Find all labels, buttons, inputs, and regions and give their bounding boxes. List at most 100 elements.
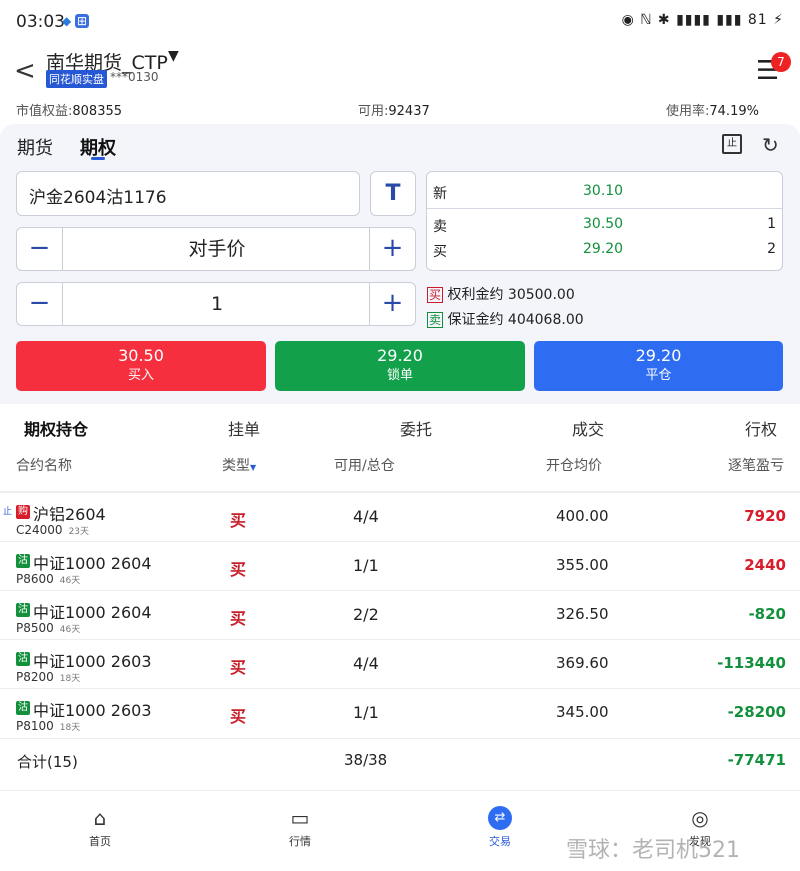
- refresh-icon[interactable]: ↻: [762, 133, 779, 157]
- table-row[interactable]: 沽中证1000 2604 P8600 46天 买 1/1 355.00 2440: [0, 541, 800, 590]
- position-qty: 1/1: [353, 703, 379, 722]
- total-pnl: -77471: [727, 751, 786, 769]
- quote-box: 新 30.10 卖 30.50 1 买 29.20 2: [426, 171, 783, 271]
- broker-badge: 同花顺实盘: [46, 70, 107, 88]
- tab-pending[interactable]: 挂单: [228, 416, 260, 440]
- position-tabs: 期权持仓 挂单 委托 成交 行权: [0, 406, 800, 446]
- strike-info: P8200 18天: [16, 670, 81, 684]
- position-pnl: -113440: [717, 654, 786, 672]
- col-name: 合约名称: [16, 458, 72, 474]
- qty-stepper: − 1 +: [16, 282, 416, 326]
- strike-info: C24000 23天: [16, 523, 90, 537]
- usage-rate: 使用率:74.19%: [666, 104, 759, 119]
- total-label: 合计(15): [17, 753, 78, 771]
- home-icon: ⌂: [93, 806, 107, 830]
- ask-price: 30.50: [583, 216, 624, 232]
- buy-open-button[interactable]: 30.50 买入: [16, 341, 266, 391]
- col-pnl: 逐笔盈亏: [728, 458, 784, 474]
- strike-info: P8500 46天: [16, 621, 81, 635]
- position-pnl: 7920: [744, 507, 786, 525]
- table-row[interactable]: 沽中证1000 2603 P8100 18天 买 1/1 345.00 -28200: [0, 688, 800, 737]
- tab-underline: [91, 157, 105, 160]
- open-price: 400.00: [556, 507, 609, 525]
- trade-icon: ⇄: [488, 806, 512, 830]
- back-arrow-icon[interactable]: <: [14, 56, 36, 86]
- position-side: 买: [230, 658, 247, 677]
- last-label: 新: [433, 186, 447, 202]
- system-icons: ◉ ℕ ✱ ▮▮▮▮ ▮▮▮ 81 ⚡: [621, 12, 784, 28]
- position-pnl: -28200: [727, 703, 786, 721]
- t-quote-button[interactable]: T: [370, 171, 416, 216]
- tab-futures[interactable]: 期货: [17, 134, 53, 160]
- chart-icon: ▭: [290, 806, 310, 830]
- bid-label: 买: [433, 244, 447, 260]
- option-type-tag: 沽: [16, 554, 30, 568]
- position-side: 买: [230, 609, 247, 628]
- contract-name: 中证1000 2603: [33, 701, 152, 720]
- price-plus-button[interactable]: +: [369, 228, 415, 270]
- col-avail: 可用/总仓: [334, 458, 395, 474]
- bid-volume: 2: [767, 241, 776, 257]
- clock: 03:03: [16, 12, 65, 32]
- notification-icons: ◆ ⊞: [62, 14, 90, 28]
- dropdown-triangle-icon[interactable]: ▼: [168, 48, 179, 64]
- equity: 市值权益:808355: [16, 104, 123, 119]
- position-pnl: -820: [748, 605, 786, 623]
- price-stepper: − 对手价 +: [16, 227, 416, 271]
- price-minus-button[interactable]: −: [17, 228, 63, 270]
- price-type[interactable]: 对手价: [63, 228, 371, 270]
- contract-input[interactable]: 沪金2604沽1176: [16, 171, 360, 216]
- lock-button[interactable]: 29.20 锁单: [275, 341, 525, 391]
- position-pnl: 2440: [744, 556, 786, 574]
- tab-exercise[interactable]: 行权: [745, 416, 777, 440]
- premium-line: 买 权利金约 30500.00: [427, 287, 575, 303]
- watermark: 雪球：老司机521: [566, 838, 740, 863]
- status-bar: 03:03 ◆ ⊞ ◉ ℕ ✱ ▮▮▮▮ ▮▮▮ 81 ⚡: [0, 0, 800, 44]
- option-type-tag: 购: [16, 505, 30, 519]
- contract-name: 沪铝2604: [33, 505, 106, 524]
- total-row: 合计(15) 38/38 -77471: [0, 738, 800, 782]
- qty-value[interactable]: 1: [63, 283, 371, 325]
- notification-badge: 7: [771, 52, 791, 72]
- table-row[interactable]: 购沪铝2604 C24000 23天 买 4/4 400.00 7920: [0, 492, 800, 541]
- option-type-tag: 沽: [16, 603, 30, 617]
- close-position-button[interactable]: 29.20 平仓: [534, 341, 783, 391]
- position-side: 买: [230, 511, 247, 530]
- stop-order-icon[interactable]: 止: [722, 134, 742, 154]
- nav-trade[interactable]: ⇄ 交易: [460, 806, 540, 849]
- open-price: 355.00: [556, 556, 609, 574]
- open-price: 326.50: [556, 605, 609, 623]
- position-qty: 1/1: [353, 556, 379, 575]
- account-number: ***0130: [110, 70, 159, 84]
- strike-info: P8600 46天: [16, 572, 81, 586]
- bid-price: 29.20: [583, 241, 624, 257]
- position-qty: 4/4: [353, 507, 379, 526]
- position-qty: 4/4: [353, 654, 379, 673]
- strike-info: P8100 18天: [16, 719, 81, 733]
- option-type-tag: 沽: [16, 652, 30, 666]
- qty-minus-button[interactable]: −: [17, 283, 63, 325]
- account-header: < 南华期货_CTP ▼ 同花顺实盘 ***0130 ☰ 7: [0, 44, 800, 96]
- col-price: 开仓均价: [546, 458, 602, 474]
- total-avail: 38/38: [344, 751, 388, 769]
- contract-name: 中证1000 2604: [33, 603, 152, 622]
- nav-home[interactable]: ⌂ 首页: [60, 806, 140, 849]
- contract-name: 中证1000 2604: [33, 554, 152, 573]
- ask-label: 卖: [433, 219, 447, 235]
- tab-trades[interactable]: 成交: [572, 416, 604, 440]
- position-side: 买: [230, 560, 247, 579]
- option-type-tag: 沽: [16, 701, 30, 715]
- table-row[interactable]: 沽中证1000 2603 P8200 18天 买 4/4 369.60 -113440: [0, 639, 800, 688]
- open-price: 345.00: [556, 703, 609, 721]
- tab-orders[interactable]: 委托: [400, 416, 432, 440]
- nav-market[interactable]: ▭ 行情: [260, 806, 340, 849]
- table-row[interactable]: 沽中证1000 2604 P8500 46天 买 2/2 326.50 -820: [0, 590, 800, 639]
- ask-volume: 1: [767, 216, 776, 232]
- last-price: 30.10: [583, 183, 624, 199]
- tab-positions[interactable]: 期权持仓: [24, 416, 88, 440]
- open-price: 369.60: [556, 654, 609, 672]
- account-summary: 市值权益:808355 可用:92437 使用率:74.19%: [0, 96, 800, 122]
- position-side: 买: [230, 707, 247, 726]
- col-type[interactable]: 类型▼: [222, 455, 256, 475]
- qty-plus-button[interactable]: +: [369, 283, 415, 325]
